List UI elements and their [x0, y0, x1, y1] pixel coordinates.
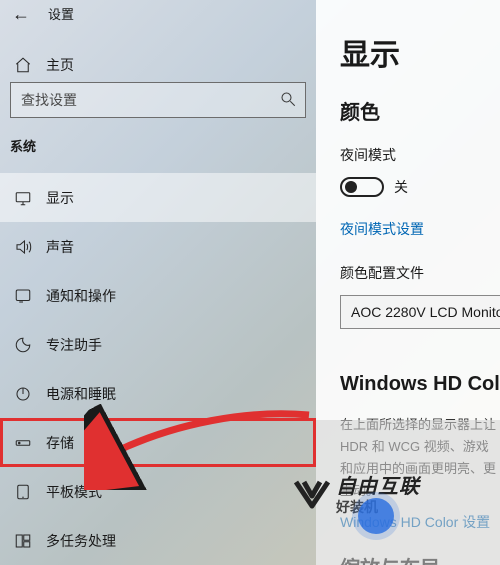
storage-icon: [14, 434, 32, 452]
sidebar-item-multitasking[interactable]: 多任务处理: [0, 516, 316, 565]
color-profile-dropdown[interactable]: AOC 2280V LCD Monitor: [340, 295, 500, 329]
sidebar-item-focus-assist[interactable]: 专注助手: [0, 320, 316, 369]
night-mode-label: 夜间模式: [340, 145, 500, 165]
sidebar-item-display[interactable]: 显示: [0, 173, 316, 222]
sidebar-item-label: 电源和睡眠: [46, 384, 116, 404]
content-pane: 显示 颜色 夜间模式 关 夜间模式设置 颜色配置文件 AOC 2280V LCD…: [316, 0, 500, 565]
color-profile-value: AOC 2280V LCD Monitor: [351, 304, 500, 320]
sidebar-item-sound[interactable]: 声音: [0, 222, 316, 271]
search-box[interactable]: [10, 82, 306, 118]
sidebar-item-label: 多任务处理: [46, 531, 116, 551]
tablet-icon: [14, 483, 32, 501]
color-heading: 颜色: [340, 96, 500, 125]
sidebar-item-label: 存储: [46, 433, 74, 453]
sidebar-item-label: 专注助手: [46, 335, 102, 355]
sidebar-item-power-sleep[interactable]: 电源和睡眠: [0, 369, 316, 418]
sidebar-item-storage[interactable]: 存储: [0, 418, 316, 467]
display-icon: [14, 189, 32, 207]
sidebar-nav: 显示 声音 通知和操作 专注助手: [0, 173, 316, 565]
app-title: 设置: [48, 4, 74, 23]
notifications-icon: [14, 287, 32, 305]
search-input[interactable]: [11, 83, 271, 117]
night-mode-state: 关: [394, 177, 408, 197]
sidebar-home-label: 主页: [46, 55, 74, 75]
night-mode-toggle[interactable]: [340, 177, 384, 197]
page-title: 显示: [340, 30, 500, 74]
power-icon: [14, 385, 32, 403]
hd-color-heading: Windows HD Color: [340, 373, 500, 396]
sidebar-section-system: 系统: [0, 136, 316, 155]
watermark-badge-icon: [358, 498, 394, 534]
back-button[interactable]: ←: [12, 5, 30, 23]
settings-sidebar: ← 设置 主页 系统 显示: [0, 0, 316, 565]
home-icon: [14, 56, 32, 74]
search-icon: [271, 90, 305, 111]
sidebar-item-label: 声音: [46, 237, 74, 257]
multitasking-icon: [14, 532, 32, 550]
sound-icon: [14, 238, 32, 256]
sidebar-item-label: 平板模式: [46, 482, 102, 502]
color-profile-label: 颜色配置文件: [340, 263, 500, 283]
sidebar-item-label: 显示: [46, 188, 74, 208]
sidebar-home[interactable]: 主页: [0, 51, 316, 78]
toggle-knob: [345, 181, 357, 193]
sidebar-item-label: 通知和操作: [46, 286, 116, 306]
focus-assist-icon: [14, 336, 32, 354]
sidebar-item-notifications[interactable]: 通知和操作: [0, 271, 316, 320]
content-overlay: [316, 420, 500, 565]
night-mode-settings-link[interactable]: 夜间模式设置: [340, 219, 500, 239]
sidebar-item-tablet-mode[interactable]: 平板模式: [0, 467, 316, 516]
